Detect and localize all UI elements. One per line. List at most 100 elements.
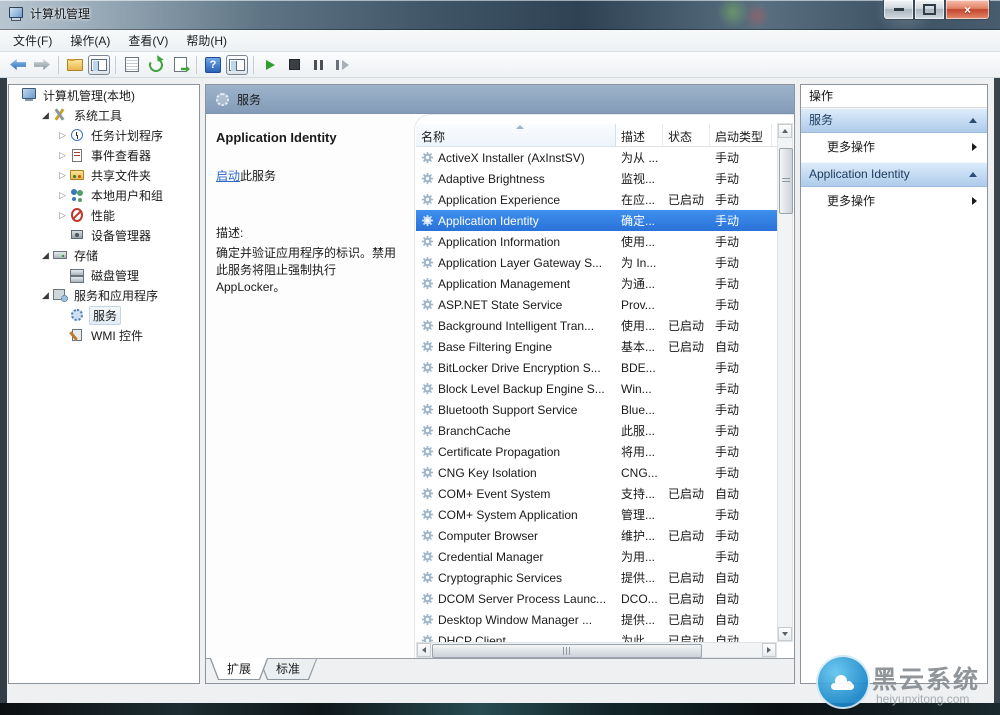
tree-item[interactable]: ◢ 存储 (9, 245, 199, 265)
service-name-cell: Application Layer Gateway S... (416, 256, 616, 270)
tree-item[interactable]: 磁盘管理 (9, 265, 199, 285)
tree-expander-icon[interactable]: ▷ (56, 150, 69, 161)
scroll-up-button[interactable] (778, 124, 792, 138)
service-row[interactable]: BitLocker Drive Encryption S... BDE... 手… (416, 357, 777, 378)
service-gear-icon (421, 466, 434, 479)
menu-item[interactable]: 文件(F) (4, 30, 61, 51)
collapse-icon[interactable] (969, 118, 977, 123)
tree-expander-icon[interactable]: ▷ (56, 210, 69, 221)
scroll-right-button[interactable] (762, 643, 776, 657)
open-folder-icon[interactable] (64, 55, 86, 75)
service-row[interactable]: BranchCache 此服... 手动 (416, 420, 777, 441)
service-row[interactable]: Certificate Propagation 将用... 手动 (416, 441, 777, 462)
service-row[interactable]: ActiveX Installer (AxInstSV) 为从 ... 手动 (416, 147, 777, 168)
stop-service-icon[interactable] (283, 55, 305, 75)
export-list-icon[interactable] (169, 55, 191, 75)
forward-arrow-icon[interactable] (31, 55, 53, 75)
list-column-header[interactable]: 名称 (416, 124, 616, 146)
service-row[interactable]: Application Experience 在应... 已启动 手动 (416, 189, 777, 210)
refresh-icon[interactable] (145, 55, 167, 75)
console-tree-toggle-icon[interactable] (88, 55, 110, 75)
pause-service-icon[interactable] (307, 55, 329, 75)
list-column-header[interactable]: 启动类型 (710, 124, 772, 146)
properties-icon[interactable] (121, 55, 143, 75)
action-section-header[interactable]: Application Identity (801, 162, 987, 187)
minimize-button[interactable] (883, 0, 914, 20)
tree-expander-icon[interactable]: ▷ (56, 190, 69, 201)
horizontal-scroll-thumb[interactable] (432, 644, 702, 658)
toolbar-separator (58, 56, 59, 74)
service-row[interactable]: CNG Key Isolation CNG... 手动 (416, 462, 777, 483)
service-row[interactable]: Credential Manager 为用... 手动 (416, 546, 777, 567)
menu-item[interactable]: 帮助(H) (177, 30, 236, 51)
column-header-label: 描述 (621, 130, 645, 144)
service-row[interactable]: COM+ System Application 管理... 手动 (416, 504, 777, 525)
start-service-icon[interactable] (259, 55, 281, 75)
menu-item[interactable]: 查看(V) (119, 30, 177, 51)
service-row[interactable]: Application Information 使用... 手动 (416, 231, 777, 252)
horizontal-scrollbar[interactable] (416, 642, 777, 658)
tree-item[interactable]: 设备管理器 (9, 225, 199, 245)
service-row[interactable]: COM+ Event System 支持... 已启动 自动 (416, 483, 777, 504)
list-column-header[interactable]: 状态 (663, 124, 710, 146)
tree-expander-icon[interactable]: ▷ (56, 170, 69, 181)
service-name-cell: COM+ System Application (416, 508, 616, 522)
actions-panel: 操作 服务 更多操作 Application Identity 更多操作 (800, 84, 988, 684)
back-arrow-icon[interactable] (7, 55, 29, 75)
action-item[interactable]: 更多操作 (801, 133, 987, 162)
start-service-link[interactable]: 启动 (216, 169, 240, 183)
service-name-cell: DHCP Client (416, 634, 616, 643)
show-hide-pane-icon[interactable] (226, 55, 248, 75)
tree-expander-icon[interactable]: ▷ (56, 130, 69, 141)
service-row[interactable]: ASP.NET State Service Prov... 手动 (416, 294, 777, 315)
tree-item[interactable]: WMI 控件 (9, 325, 199, 345)
list-column-header[interactable]: 描述 (616, 124, 663, 146)
close-button[interactable]: × (945, 0, 990, 20)
submenu-arrow-icon (972, 143, 977, 151)
scroll-left-button[interactable] (417, 643, 431, 657)
service-row[interactable]: DCOM Server Process Launc... DCO... 已启动 … (416, 588, 777, 609)
menu-item[interactable]: 操作(A) (61, 30, 119, 51)
restart-service-icon[interactable] (331, 55, 353, 75)
service-row[interactable]: Application Management 为通... 手动 (416, 273, 777, 294)
submenu-arrow-icon (972, 197, 977, 205)
service-row[interactable]: Application Identity 确定... 手动 (416, 210, 777, 231)
tree-item[interactable]: ▷ 事件查看器 (9, 145, 199, 165)
collapse-icon[interactable] (969, 172, 977, 177)
action-item[interactable]: 更多操作 (801, 187, 987, 216)
vertical-scrollbar[interactable] (777, 123, 793, 642)
service-description: Win... (616, 382, 663, 396)
tree-item[interactable]: ▷ 共享文件夹 (9, 165, 199, 185)
scroll-down-button[interactable] (778, 627, 792, 641)
view-tab[interactable]: 标准 (259, 659, 317, 680)
tree-item[interactable]: ▷ 本地用户和组 (9, 185, 199, 205)
watermark-cloud-logo-icon (816, 655, 870, 709)
help-icon[interactable] (202, 55, 224, 75)
tree-item[interactable]: ▷ 性能 (9, 205, 199, 225)
service-row[interactable]: Computer Browser 维护... 已启动 手动 (416, 525, 777, 546)
action-section-header[interactable]: 服务 (801, 108, 987, 133)
service-row[interactable]: Bluetooth Support Service Blue... 手动 (416, 399, 777, 420)
tree-expander-icon[interactable]: ◢ (39, 250, 52, 261)
service-row[interactable]: Cryptographic Services 提供... 已启动 自动 (416, 567, 777, 588)
service-name: Block Level Backup Engine S... (438, 382, 605, 396)
service-name: Background Intelligent Tran... (438, 319, 594, 333)
tree-expander-icon[interactable]: ◢ (39, 290, 52, 301)
tree-item[interactable]: ◢ 系统工具 (9, 105, 199, 125)
service-row[interactable]: Block Level Backup Engine S... Win... 手动 (416, 378, 777, 399)
service-row[interactable]: DHCP Client 为此... 已启动 自动 (416, 630, 777, 642)
service-row[interactable]: Adaptive Brightness 监视... 手动 (416, 168, 777, 189)
tree-item[interactable]: 服务 (9, 305, 199, 325)
tree-item[interactable]: ▷ 任务计划程序 (9, 125, 199, 145)
service-description: 维护... (616, 527, 663, 544)
vertical-scroll-thumb[interactable] (779, 148, 793, 214)
service-description: 此服... (616, 422, 663, 439)
tree-item[interactable]: 计算机管理(本地) (9, 85, 199, 105)
service-row[interactable]: Application Layer Gateway S... 为 In... 手… (416, 252, 777, 273)
service-row[interactable]: Base Filtering Engine 基本... 已启动 自动 (416, 336, 777, 357)
tree-expander-icon[interactable]: ◢ (39, 110, 52, 121)
service-row[interactable]: Background Intelligent Tran... 使用... 已启动… (416, 315, 777, 336)
tree-item[interactable]: ◢ 服务和应用程序 (9, 285, 199, 305)
maximize-button[interactable] (914, 0, 945, 20)
service-row[interactable]: Desktop Window Manager ... 提供... 已启动 自动 (416, 609, 777, 630)
